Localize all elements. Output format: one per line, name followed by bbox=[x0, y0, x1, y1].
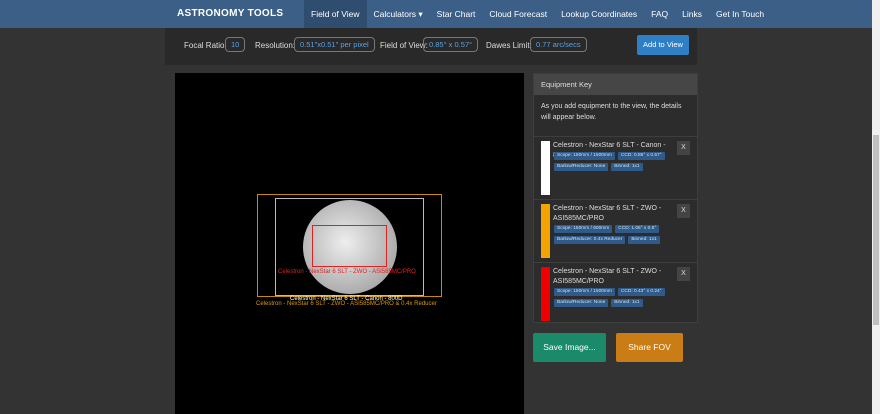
binned-tag: Binned: 1x1 bbox=[628, 236, 659, 244]
nav-calculators[interactable]: Calculators ▾ bbox=[367, 0, 430, 28]
nav-lookup-coordinates[interactable]: Lookup Coordinates bbox=[554, 0, 644, 28]
scope-tag: Scope: 150mm / 1500mm bbox=[554, 288, 615, 296]
scrollbar-thumb[interactable] bbox=[873, 135, 879, 325]
remove-button[interactable]: X bbox=[677, 267, 690, 281]
color-swatch bbox=[541, 267, 550, 321]
scope-tag: Scope: 150mm / 600mm bbox=[554, 225, 612, 233]
nav-faq[interactable]: FAQ bbox=[644, 0, 675, 28]
fov-value: 0.85° x 0.57° bbox=[423, 37, 478, 52]
equipment-item: Celestron - NexStar 6 SLT - Canon - 800D… bbox=[534, 137, 697, 200]
scrollbar[interactable] bbox=[872, 0, 880, 414]
fov-label-red: Celestron - NexStar 6 SLT - ZWO - ASI585… bbox=[278, 269, 416, 275]
equipment-name: Celestron - NexStar 6 SLT - ZWO - ASI585… bbox=[553, 267, 683, 287]
color-swatch bbox=[541, 204, 550, 258]
equipment-key-panel: Equipment Key As you add equipment to th… bbox=[533, 73, 698, 323]
barlow-tag: Barlow/Reducer: None bbox=[554, 163, 608, 171]
save-image-button[interactable]: Save Image... bbox=[533, 333, 606, 362]
ccd-tag: CCD: 1.06° x 0.6° bbox=[615, 225, 659, 233]
nav-links[interactable]: Links bbox=[675, 0, 709, 28]
remove-button[interactable]: X bbox=[677, 204, 690, 218]
focal-ratio-value: 10 bbox=[225, 37, 245, 52]
add-to-view-button[interactable]: Add to View bbox=[637, 35, 689, 55]
focal-ratio-label: Focal Ratio: bbox=[184, 41, 227, 50]
equipment-name: Celestron - NexStar 6 SLT - ZWO - ASI585… bbox=[553, 204, 683, 224]
equipment-key-title: Equipment Key bbox=[534, 74, 697, 95]
ccd-tag: CCD: 0.85° x 0.57° bbox=[618, 152, 665, 160]
resolution-value: 0.51"x0.51" per pixel bbox=[294, 37, 375, 52]
share-fov-button[interactable]: Share FOV bbox=[616, 333, 683, 362]
resolution-label: Resolution: bbox=[255, 41, 295, 50]
color-swatch bbox=[541, 141, 550, 195]
nav-star-chart[interactable]: Star Chart bbox=[430, 0, 483, 28]
barlow-tag: Barlow/Reducer: None bbox=[554, 299, 608, 307]
equipment-key-description: As you add equipment to the view, the de… bbox=[534, 95, 697, 137]
fov-canvas: Celestron - NexStar 6 SLT - ZWO - ASI585… bbox=[175, 73, 524, 414]
equipment-item: Celestron - NexStar 6 SLT - ZWO - ASI585… bbox=[534, 263, 697, 326]
top-nav: ASTRONOMY TOOLS Field of View Calculator… bbox=[0, 0, 872, 28]
nav-cloud-forecast[interactable]: Cloud Forecast bbox=[482, 0, 554, 28]
barlow-tag: Barlow/Reducer: 0.4x Reducer bbox=[554, 236, 625, 244]
fov-frame-red bbox=[312, 225, 387, 267]
fov-label: Field of View: bbox=[380, 41, 428, 50]
scope-tag: Scope: 150mm / 1500mm bbox=[554, 152, 615, 160]
nav-field-of-view[interactable]: Field of View bbox=[304, 0, 367, 28]
binned-tag: Binned: 1x1 bbox=[611, 163, 642, 171]
nav-get-in-touch[interactable]: Get In Touch bbox=[709, 0, 771, 28]
dawes-label: Dawes Limit: bbox=[486, 41, 532, 50]
fov-label-orange: Celestron - NexStar 6 SLT - ZWO - ASI585… bbox=[256, 301, 437, 307]
logo[interactable]: ASTRONOMY TOOLS bbox=[177, 8, 283, 19]
binned-tag: Binned: 1x1 bbox=[611, 299, 642, 307]
ccd-tag: CCD: 0.43° x 0.24° bbox=[618, 288, 665, 296]
stats-bar: Focal Ratio: 10 Resolution: 0.51"x0.51" … bbox=[165, 28, 697, 65]
equipment-item: Celestron - NexStar 6 SLT - ZWO - ASI585… bbox=[534, 200, 697, 263]
dawes-value: 0.77 arc/secs bbox=[530, 37, 587, 52]
